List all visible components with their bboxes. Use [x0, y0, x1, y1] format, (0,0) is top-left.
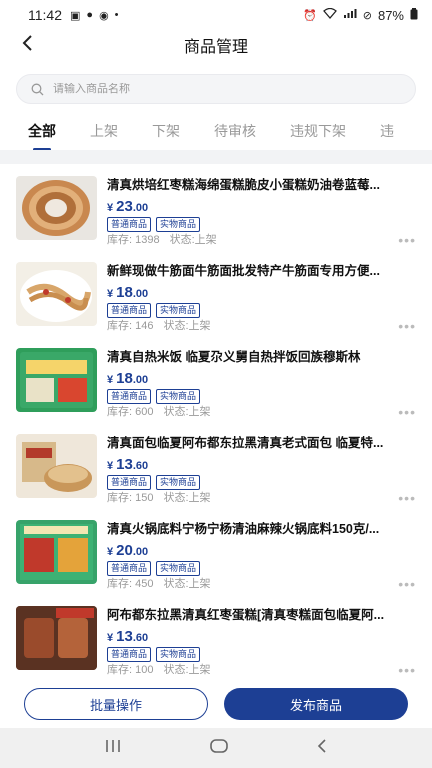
tab-more[interactable]: 违	[380, 121, 394, 141]
product-type-tag: 普通商品	[107, 217, 152, 232]
product-title: 阿布都东拉黑清真红枣蛋糕[清真枣糕面包临夏阿...	[107, 608, 385, 622]
product-image	[16, 606, 97, 670]
product-item[interactable]: 清真火锅底料宁杨宁杨清油麻辣火锅底料150克/... ¥20.00 普通商品 实物…	[0, 508, 432, 594]
product-status: 状态:上架	[169, 234, 217, 246]
tab-active-indicator	[33, 148, 51, 150]
product-title: 清真面包临夏阿布都东拉黑清真老式面包 临夏特...	[107, 436, 384, 450]
product-image	[16, 520, 97, 584]
more-options-icon[interactable]: •••	[398, 405, 416, 419]
product-kind-tag: 实物商品	[156, 561, 201, 576]
product-item[interactable]: 阿布都东拉黑清真红枣蛋糕[清真枣糕面包临夏阿... ¥13.60 普通商品 实物商…	[0, 594, 432, 680]
publish-product-button[interactable]: 发布商品	[224, 688, 408, 720]
more-options-icon[interactable]: •••	[398, 233, 416, 247]
product-kind-tag: 实物商品	[156, 389, 201, 404]
product-stock: 库存: 100	[107, 664, 154, 676]
product-price: ¥23.00	[107, 198, 149, 215]
product-image	[16, 434, 97, 498]
product-title: 清真火锅底料宁杨宁杨清油麻辣火锅底料150克/...	[107, 522, 380, 536]
product-stock: 库存: 600	[107, 406, 154, 418]
product-stock: 库存: 146	[107, 320, 154, 332]
tab-all[interactable]: 全部	[28, 121, 56, 150]
batch-operation-button[interactable]: 批量操作	[24, 688, 208, 720]
product-kind-tag: 实物商品	[156, 217, 201, 232]
product-stock: 库存: 1398	[107, 234, 160, 246]
tab-pending-review[interactable]: 待审核	[214, 121, 256, 141]
product-type-tag: 普通商品	[107, 303, 152, 318]
battery-level: 87%	[377, 7, 404, 23]
product-type-tag: 普通商品	[107, 475, 152, 490]
product-status: 状态:上架	[163, 320, 211, 332]
dot-icon: •	[114, 9, 119, 21]
bottom-action-bar: 批量操作 发布商品	[0, 680, 432, 728]
product-kind-tag: 实物商品	[156, 303, 201, 318]
more-options-icon[interactable]: •••	[398, 491, 416, 505]
product-title: 清真自热米饭 临夏尕义舅自热拌饭回族穆斯林	[107, 350, 361, 364]
product-type-tag: 普通商品	[107, 561, 152, 576]
back-button[interactable]	[12, 30, 42, 60]
signal-icon	[343, 8, 357, 22]
wifi-icon	[322, 7, 337, 22]
product-kind-tag: 实物商品	[156, 475, 201, 490]
product-kind-tag: 实物商品	[156, 647, 201, 662]
system-nav-bar	[0, 728, 432, 768]
status-tabs: 全部 上架 下架 待审核 违规下架 违	[0, 112, 432, 150]
status-bar: 11:42 ▣ ● ◉ • ⏰ ⊘ 87%	[0, 0, 432, 30]
notification-icons: ▣ ● ◉ •	[70, 9, 119, 22]
product-price: ¥13.60	[107, 456, 149, 473]
product-item[interactable]: 清真烘培红枣糕海绵蛋糕脆皮小蛋糕奶油卷蓝莓... ¥23.00 普通商品 实物商品…	[0, 164, 432, 250]
image-icon: ▣	[70, 9, 81, 22]
app-icon: ●	[86, 9, 94, 21]
search-icon	[31, 82, 45, 96]
product-type-tag: 普通商品	[107, 647, 152, 662]
product-status: 状态:上架	[163, 578, 211, 590]
product-stock: 库存: 150	[107, 492, 154, 504]
tab-on-shelf[interactable]: 上架	[90, 121, 118, 141]
back-nav-icon[interactable]	[317, 738, 327, 758]
tab-label: 违	[380, 123, 394, 139]
system-icons: ⏰ ⊘ 87%	[303, 7, 418, 23]
alarm-icon: ⏰	[303, 9, 317, 22]
tab-label: 上架	[90, 123, 118, 139]
product-title: 新鲜现做牛筋面牛筋面批发特产牛筋面专用方便...	[107, 264, 380, 278]
more-options-icon[interactable]: •••	[398, 577, 416, 591]
product-image	[16, 348, 97, 412]
product-price: ¥20.00	[107, 542, 149, 559]
more-options-icon[interactable]: •••	[398, 663, 416, 677]
more-options-icon[interactable]: •••	[398, 319, 416, 333]
product-title: 清真烘培红枣糕海绵蛋糕脆皮小蛋糕奶油卷蓝莓...	[107, 178, 380, 192]
nav-bar: 商品管理	[0, 30, 432, 60]
tab-off-shelf[interactable]: 下架	[152, 121, 180, 141]
product-image	[16, 176, 97, 240]
product-image	[16, 262, 97, 326]
status-time: 11:42	[28, 7, 62, 23]
tab-label: 违规下架	[290, 123, 346, 139]
battery-icon	[410, 7, 418, 23]
search-input[interactable]	[53, 83, 401, 95]
tab-label: 下架	[152, 123, 180, 139]
home-icon[interactable]	[210, 738, 228, 758]
page-title: 商品管理	[183, 39, 248, 56]
product-stock: 库存: 450	[107, 578, 154, 590]
tab-label: 全部	[28, 123, 56, 139]
product-price: ¥18.00	[107, 370, 149, 387]
product-status: 状态:上架	[163, 406, 211, 418]
recent-apps-icon[interactable]	[105, 739, 121, 758]
product-status: 状态:上架	[163, 492, 211, 504]
product-item[interactable]: 新鲜现做牛筋面牛筋面批发特产牛筋面专用方便... ¥18.00 普通商品 实物商品…	[0, 250, 432, 336]
dnd-icon: ⊘	[362, 9, 372, 22]
product-item[interactable]: 清真自热米饭 临夏尕义舅自热拌饭回族穆斯林 ¥18.00 普通商品 实物商品 库存…	[0, 336, 432, 422]
search-box[interactable]	[16, 74, 416, 104]
tab-violation-removed[interactable]: 违规下架	[290, 121, 346, 141]
wechat-icon: ◉	[99, 9, 109, 22]
search-bar	[0, 60, 432, 112]
tab-label: 待审核	[214, 123, 256, 139]
chevron-left-icon	[21, 32, 33, 58]
product-price: ¥18.00	[107, 284, 149, 301]
product-price: ¥13.60	[107, 628, 149, 645]
product-status: 状态:上架	[163, 664, 211, 676]
product-item[interactable]: 清真面包临夏阿布都东拉黑清真老式面包 临夏特... ¥13.60 普通商品 实物商…	[0, 422, 432, 508]
product-list[interactable]: 清真烘培红枣糕海绵蛋糕脆皮小蛋糕奶油卷蓝莓... ¥23.00 普通商品 实物商品…	[0, 164, 432, 680]
product-type-tag: 普通商品	[107, 389, 152, 404]
